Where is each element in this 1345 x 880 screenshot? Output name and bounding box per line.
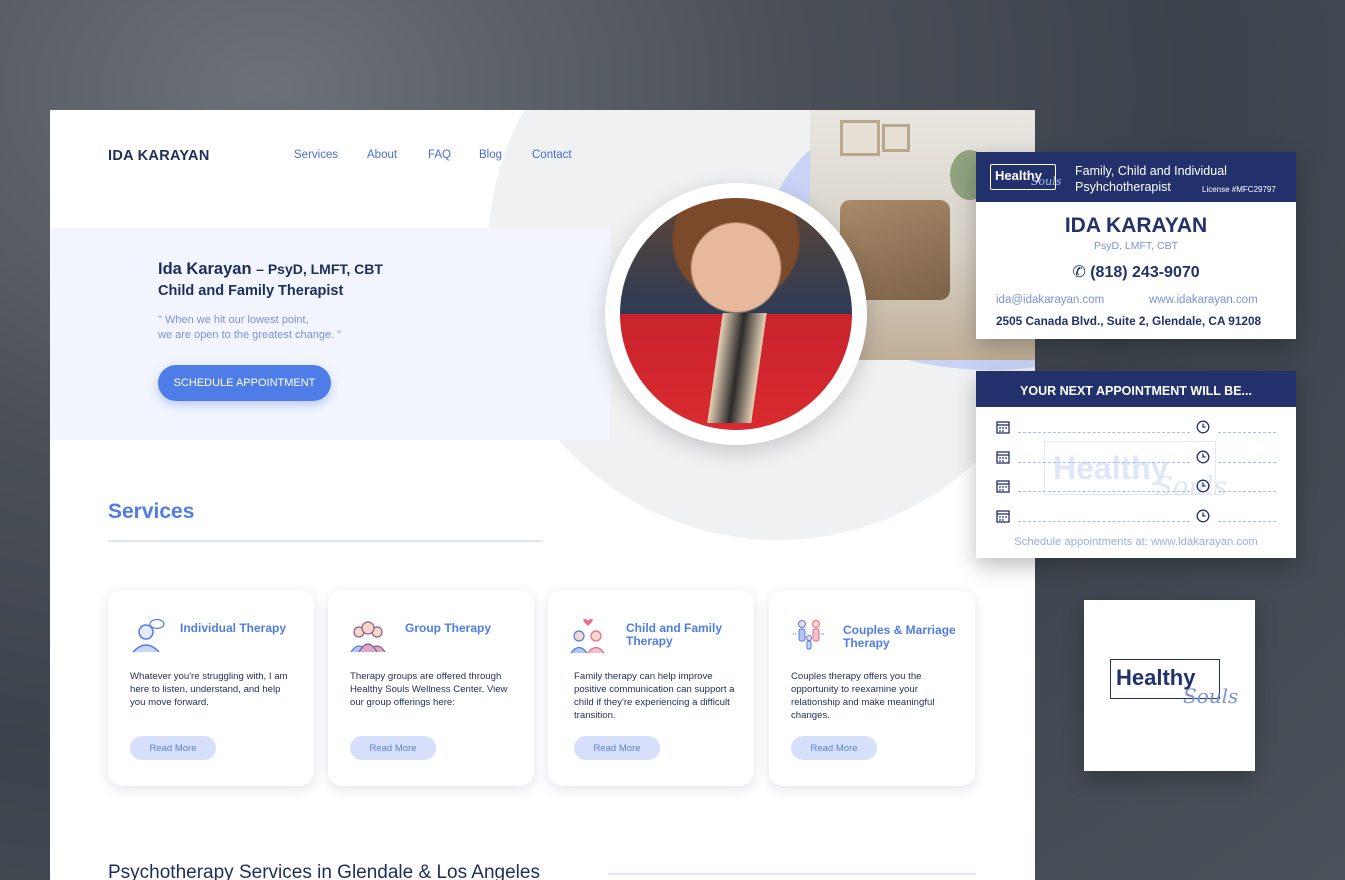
clock-icon: [1196, 450, 1210, 464]
service-card-individual: Individual Therapy Whatever you're strug…: [108, 590, 314, 786]
calendar-icon: [996, 480, 1010, 493]
hero-name: Ida Karayan: [158, 260, 252, 278]
hero-subtitle: Child and Family Therapist: [158, 283, 344, 299]
business-card-header: Healthy Souls Family, Child and Individu…: [976, 152, 1296, 202]
services-divider: [108, 540, 543, 542]
appointment-card-footer: Schedule appointments at: www.idakarayan…: [1014, 536, 1258, 548]
read-more-button[interactable]: Read More: [130, 736, 216, 760]
service-title: Child and Family Therapy: [626, 621, 723, 648]
healthy-souls-logo: Healthy Souls: [990, 164, 1061, 190]
service-title: Couples & Marriage Therapy: [843, 623, 956, 650]
portrait-scarf: [707, 313, 767, 423]
nav-link-faq[interactable]: FAQ: [428, 149, 451, 161]
service-description: Couples therapy offers you the opportuni…: [791, 671, 935, 721]
service-title: Group Therapy: [405, 621, 492, 635]
business-card-credentials: PsyD, LMFT, CBT: [1093, 240, 1178, 252]
calendar-icon: [996, 510, 1010, 523]
business-card: Healthy Souls Family, Child and Individu…: [976, 152, 1296, 339]
business-card-phone: ✆ (818) 243-9070: [976, 262, 1296, 282]
schedule-appointment-button[interactable]: SCHEDULE APPOINTMENT: [158, 365, 331, 401]
nav-link-contact[interactable]: Contact: [532, 149, 572, 161]
logo-script-text: Souls: [1031, 175, 1062, 188]
hero-quote: " When we hit our lowest point, we are o…: [158, 313, 418, 342]
read-more-button[interactable]: Read More: [350, 736, 436, 760]
appointment-card-heading: YOUR NEXT APPOINTMENT WILL BE...: [976, 371, 1296, 407]
hero-credentials: – PsyD, LMFT, CBT: [256, 261, 383, 277]
service-card-child-family: Child and Family Therapy Family therapy …: [548, 590, 754, 786]
quote-line: " When we hit our lowest point,: [158, 314, 309, 326]
phone-icon: ✆: [1072, 264, 1086, 281]
services-heading: Services: [108, 500, 195, 523]
wall-frame-image: [840, 120, 880, 156]
calendar-icon: [996, 421, 1010, 434]
read-more-button[interactable]: Read More: [791, 736, 877, 760]
clock-icon: [1196, 509, 1210, 523]
logo-script-text: Souls: [1183, 684, 1239, 708]
phone-number: (818) 243-9070: [1090, 264, 1200, 281]
service-card-group: Group Therapy Therapy groups are offered…: [328, 590, 534, 786]
time-line: [1218, 462, 1276, 463]
nav-link-blog[interactable]: Blog: [479, 149, 502, 161]
portrait-frame: [605, 183, 867, 445]
healthy-souls-logo: Healthy Souls: [1110, 659, 1238, 708]
tagline-line: Family, Child and Individual: [1075, 164, 1227, 178]
service-card-couples: Couples & Marriage Therapy Couples thera…: [769, 590, 975, 786]
date-line: [1018, 491, 1190, 492]
clock-icon: [1196, 479, 1210, 493]
appointment-row: [996, 450, 1281, 468]
time-line: [1218, 521, 1276, 522]
couple-child-icon: [793, 620, 825, 650]
appointment-card: YOUR NEXT APPOINTMENT WILL BE... Healthy…: [976, 371, 1296, 558]
date-line: [1018, 521, 1190, 522]
section-heading-psychotherapy: Psychotherapy Services in Glendale & Los…: [108, 862, 540, 880]
business-card-website: www.idakarayan.com: [1149, 294, 1258, 306]
site-brand[interactable]: IDA KARAYAN: [108, 148, 210, 164]
time-line: [1218, 432, 1276, 433]
service-description: Therapy groups are offered through Healt…: [350, 671, 508, 708]
service-description: Whatever you're struggling with, I am he…: [130, 671, 288, 708]
family-heart-icon: [570, 619, 605, 654]
therapist-portrait: [620, 198, 852, 430]
hero-title: Ida Karayan – PsyD, LMFT, CBT: [158, 260, 383, 279]
business-card-email: ida@idakarayan.com: [996, 294, 1105, 306]
quote-line: we are open to the greatest change. ": [158, 328, 342, 341]
read-more-button[interactable]: Read More: [574, 736, 660, 760]
nav-link-about[interactable]: About: [367, 149, 397, 161]
appointment-row: [996, 420, 1281, 438]
website-mockup: IDA KARAYAN Services About FAQ Blog Cont…: [50, 110, 1035, 880]
logo-tile: Healthy Souls: [1084, 600, 1255, 771]
business-card-name: IDA KARAYAN: [1064, 214, 1208, 237]
appointment-row: [996, 509, 1281, 527]
date-line: [1018, 462, 1190, 463]
wall-frame-image: [882, 124, 910, 152]
service-description: Family therapy can help improve positive…: [574, 671, 735, 721]
group-icon: [350, 621, 386, 653]
nav-link-services[interactable]: Services: [294, 149, 338, 161]
service-title: Individual Therapy: [180, 621, 287, 635]
business-card-address: 2505 Canada Blvd., Suite 2, Glendale, CA…: [996, 314, 1262, 328]
date-line: [1018, 432, 1190, 433]
section-divider: [608, 873, 976, 875]
calendar-icon: [996, 451, 1010, 464]
clock-icon: [1196, 420, 1210, 434]
top-navigation: IDA KARAYAN Services About FAQ Blog Cont…: [108, 148, 588, 168]
appointment-row: [996, 479, 1281, 497]
person-thought-icon: [132, 618, 165, 653]
license-number: License #MFC29797: [1202, 185, 1276, 194]
time-line: [1218, 491, 1276, 492]
